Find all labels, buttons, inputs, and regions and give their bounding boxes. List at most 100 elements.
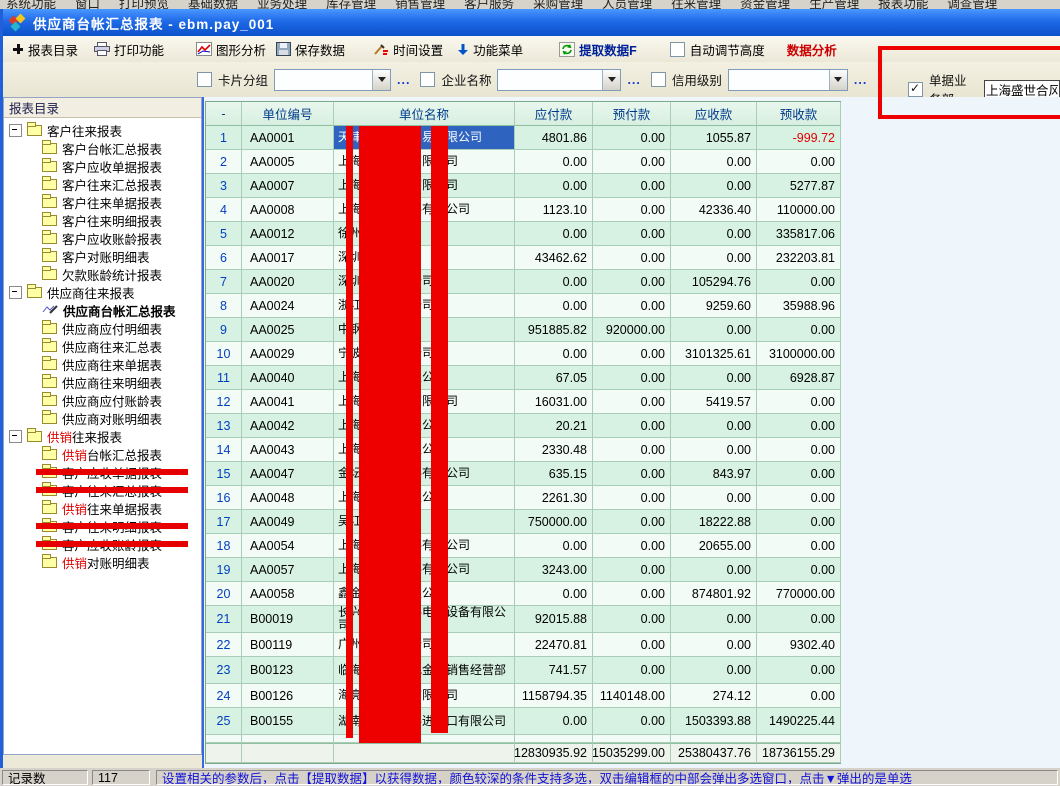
tree-item[interactable]: 客户往来明细报表 [4, 517, 201, 535]
row-number-cell[interactable]: 9 [206, 318, 242, 342]
payable-cell[interactable]: 4801.86 [515, 126, 593, 150]
tree-item[interactable]: 欠款账龄统计报表 [4, 265, 201, 283]
toolbar-button[interactable]: 时间设置 [370, 39, 446, 60]
tree-item[interactable]: 客户往来汇总报表 [4, 175, 201, 193]
credit-combobox[interactable] [728, 69, 848, 91]
prepaid-cell[interactable]: 0.00 [593, 126, 671, 150]
row-number-cell[interactable]: 22 [206, 633, 242, 657]
auto-height-checkbox-group[interactable]: 自动调节高度 [670, 40, 765, 59]
advance-cell[interactable]: 0.00 [757, 438, 841, 462]
row-number-cell[interactable]: 10 [206, 342, 242, 366]
row-number-cell[interactable]: 23 [206, 657, 242, 684]
tree-item[interactable]: 供应商往来明细表 [4, 373, 201, 391]
advance-cell[interactable]: 0.00 [757, 606, 841, 633]
payable-cell[interactable]: 92015.88 [515, 606, 593, 633]
receivable-cell[interactable]: 0.00 [671, 366, 757, 390]
payable-cell[interactable]: 0.00 [515, 150, 593, 174]
unit-code-cell[interactable] [242, 735, 334, 743]
unit-code-cell[interactable]: AA0040 [242, 366, 334, 390]
chevron-down-icon[interactable] [602, 70, 620, 90]
unit-code-cell[interactable]: AA0043 [242, 438, 334, 462]
payable-cell[interactable]: 635.15 [515, 462, 593, 486]
receivable-cell[interactable]: 1503393.88 [671, 708, 757, 735]
card-group-more-button[interactable]: ... [397, 73, 410, 87]
payable-cell[interactable]: 0.00 [515, 708, 593, 735]
prepaid-cell[interactable]: 1140148.00 [593, 684, 671, 708]
advance-cell[interactable]: 232203.81 [757, 246, 841, 270]
prepaid-cell[interactable]: 0.00 [593, 558, 671, 582]
company-combobox[interactable] [497, 69, 621, 91]
tree-item[interactable]: 客户应收账龄报表 [4, 229, 201, 247]
chevron-down-icon[interactable] [372, 70, 390, 90]
tree-item[interactable]: 供销对账明细表 [4, 553, 201, 571]
receivable-cell[interactable]: 9259.60 [671, 294, 757, 318]
receivable-cell[interactable]: 0.00 [671, 150, 757, 174]
payable-cell[interactable]: 16031.00 [515, 390, 593, 414]
advance-cell[interactable]: 3100000.00 [757, 342, 841, 366]
prepaid-cell[interactable] [593, 735, 671, 743]
receivable-cell[interactable]: 0.00 [671, 174, 757, 198]
unit-code-cell[interactable]: AA0042 [242, 414, 334, 438]
tree-expander-icon[interactable] [9, 124, 22, 137]
dept-input[interactable] [984, 80, 1060, 99]
receivable-cell[interactable]: 0.00 [671, 246, 757, 270]
advance-cell[interactable]: -999.72 [757, 126, 841, 150]
receivable-cell[interactable]: 0.00 [671, 222, 757, 246]
toolbar-button[interactable]: 提取数据F [556, 39, 640, 60]
advance-cell[interactable]: 110000.00 [757, 198, 841, 222]
column-header[interactable]: 应付款 [515, 102, 593, 126]
advance-cell[interactable]: 0.00 [757, 684, 841, 708]
row-number-cell[interactable]: 24 [206, 684, 242, 708]
unit-code-cell[interactable]: B00123 [242, 657, 334, 684]
row-number-cell[interactable]: 21 [206, 606, 242, 633]
prepaid-cell[interactable]: 0.00 [593, 708, 671, 735]
advance-cell[interactable]: 35988.96 [757, 294, 841, 318]
chevron-down-icon[interactable] [829, 70, 847, 90]
receivable-cell[interactable]: 1055.87 [671, 126, 757, 150]
credit-checkbox[interactable] [651, 72, 666, 87]
row-number-cell[interactable]: 19 [206, 558, 242, 582]
prepaid-cell[interactable]: 0.00 [593, 246, 671, 270]
payable-cell[interactable]: 0.00 [515, 342, 593, 366]
prepaid-cell[interactable]: 0.00 [593, 486, 671, 510]
tree-item[interactable]: 客户应收单据报表 [4, 463, 201, 481]
unit-code-cell[interactable]: B00119 [242, 633, 334, 657]
receivable-cell[interactable]: 0.00 [671, 606, 757, 633]
advance-cell[interactable]: 0.00 [757, 390, 841, 414]
unit-code-cell[interactable]: AA0041 [242, 390, 334, 414]
unit-code-cell[interactable]: AA0007 [242, 174, 334, 198]
prepaid-cell[interactable]: 0.00 [593, 366, 671, 390]
column-header[interactable]: - [206, 102, 242, 126]
unit-code-cell[interactable]: AA0017 [242, 246, 334, 270]
receivable-cell[interactable]: 274.12 [671, 684, 757, 708]
row-number-cell[interactable] [206, 735, 242, 743]
payable-cell[interactable]: 22470.81 [515, 633, 593, 657]
unit-code-cell[interactable]: AA0057 [242, 558, 334, 582]
row-number-cell[interactable]: 16 [206, 486, 242, 510]
tree-item[interactable]: 供应商往来单据表 [4, 355, 201, 373]
prepaid-cell[interactable]: 0.00 [593, 438, 671, 462]
unit-code-cell[interactable]: AA0012 [242, 222, 334, 246]
row-number-cell[interactable]: 7 [206, 270, 242, 294]
receivable-cell[interactable]: 0.00 [671, 633, 757, 657]
advance-cell[interactable]: 0.00 [757, 318, 841, 342]
company-checkbox[interactable] [420, 72, 435, 87]
unit-code-cell[interactable]: AA0058 [242, 582, 334, 606]
row-number-cell[interactable]: 5 [206, 222, 242, 246]
payable-cell[interactable]: 67.05 [515, 366, 593, 390]
auto-height-checkbox[interactable] [670, 42, 685, 57]
row-number-cell[interactable]: 3 [206, 174, 242, 198]
unit-code-cell[interactable]: AA0047 [242, 462, 334, 486]
company-more-button[interactable]: ... [627, 73, 640, 87]
receivable-cell[interactable]: 3101325.61 [671, 342, 757, 366]
advance-cell[interactable]: 0.00 [757, 510, 841, 534]
row-number-cell[interactable]: 17 [206, 510, 242, 534]
receivable-cell[interactable]: 42336.40 [671, 198, 757, 222]
receivable-cell[interactable]: 874801.92 [671, 582, 757, 606]
row-number-cell[interactable]: 15 [206, 462, 242, 486]
unit-code-cell[interactable]: AA0020 [242, 270, 334, 294]
unit-code-cell[interactable]: AA0024 [242, 294, 334, 318]
advance-cell[interactable]: 335817.06 [757, 222, 841, 246]
tree-item[interactable]: 客户往来汇总报表 [4, 481, 201, 499]
dept-checkbox[interactable] [908, 82, 923, 97]
